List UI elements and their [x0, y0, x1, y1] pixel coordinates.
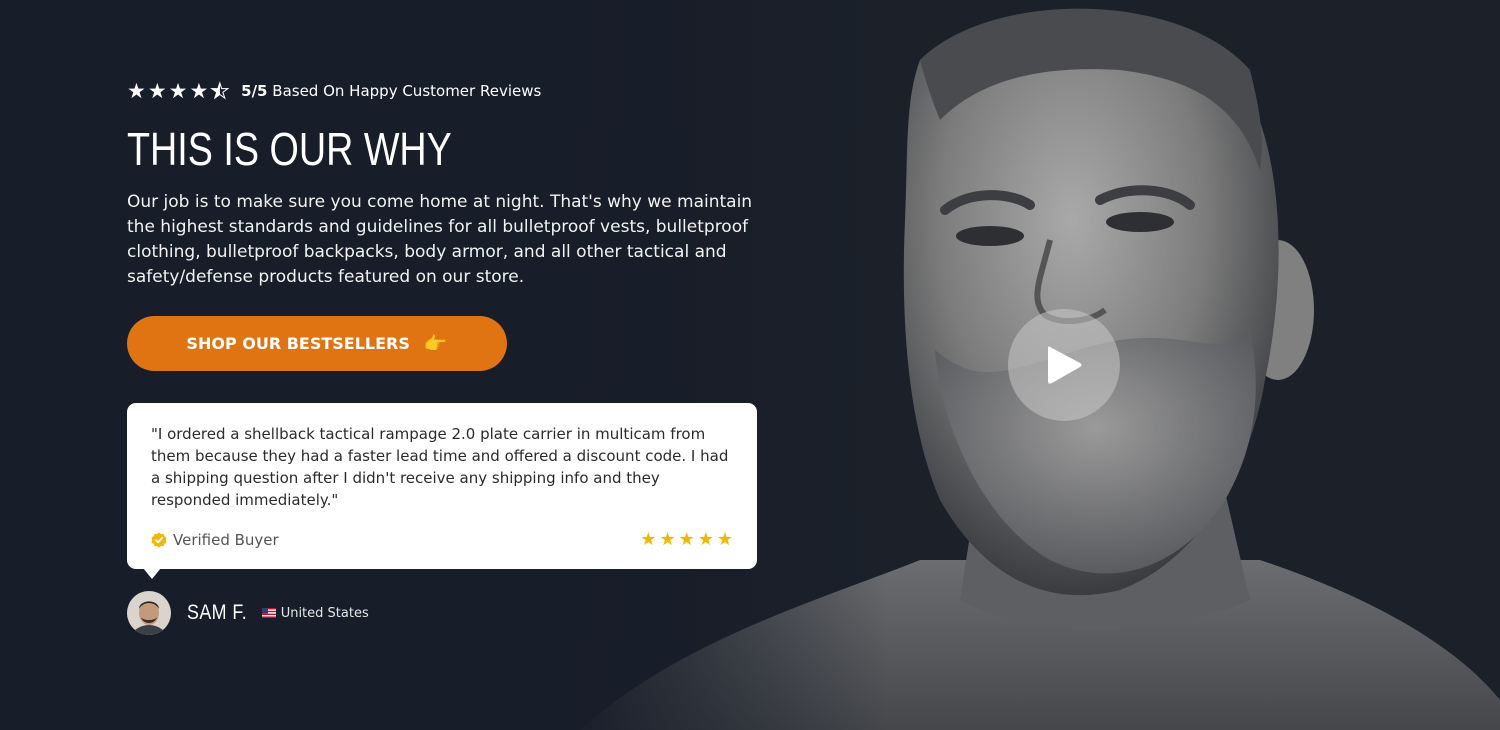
rating-text: 5/5 Based On Happy Customer Reviews — [241, 82, 541, 100]
verified-buyer: Verified Buyer — [151, 531, 279, 549]
review-stars: ★ ★ ★ ★ ★ — [640, 531, 733, 549]
verified-badge-icon — [151, 532, 167, 548]
rating-caption: Based On Happy Customer Reviews — [272, 82, 542, 100]
verified-buyer-label: Verified Buyer — [173, 531, 279, 549]
shop-bestsellers-button[interactable]: SHOP OUR BESTSELLERS 👉 — [127, 316, 507, 371]
author-country: United States — [280, 605, 369, 621]
star-icon: ★ — [716, 529, 733, 550]
star-icon: ★ — [127, 78, 146, 103]
testimonial-author: SAM F. United States — [127, 591, 369, 635]
rating-stars: ★ ★ ★ ★ ★ ★ ★ — [127, 78, 230, 103]
rating-score: 5/5 — [241, 82, 268, 100]
star-icon: ★ — [659, 529, 676, 550]
star-icon: ★ — [189, 78, 209, 103]
play-video-button[interactable] — [1008, 309, 1120, 421]
testimonial-footer: Verified Buyer ★ ★ ★ ★ ★ — [151, 531, 733, 549]
page-title: THIS IS OUR WHY — [127, 123, 452, 175]
star-icon: ★ — [697, 529, 714, 550]
star-icon: ★ — [147, 78, 167, 103]
play-icon — [1048, 346, 1082, 384]
us-flag-icon — [261, 608, 276, 618]
star-icon: ★ — [168, 78, 188, 103]
testimonial-quote: "I ordered a shellback tactical rampage … — [151, 425, 729, 509]
pointing-hand-icon: 👉 — [423, 333, 448, 355]
half-star-icon: ★ ★ ★ — [210, 78, 230, 103]
description-text: Our job is to make sure you come home at… — [127, 192, 753, 287]
avatar — [127, 591, 171, 635]
hero-content: ★ ★ ★ ★ ★ ★ ★ 5/5 Based On Happy Custome… — [127, 78, 767, 371]
author-name: SAM F. — [187, 601, 248, 624]
star-icon: ★ — [640, 529, 657, 550]
star-icon: ★ — [678, 529, 695, 550]
rating-summary: ★ ★ ★ ★ ★ ★ ★ 5/5 Based On Happy Custome… — [127, 78, 767, 104]
testimonial-card: "I ordered a shellback tactical rampage … — [127, 403, 757, 579]
shop-bestsellers-label: SHOP OUR BESTSELLERS — [186, 334, 410, 353]
